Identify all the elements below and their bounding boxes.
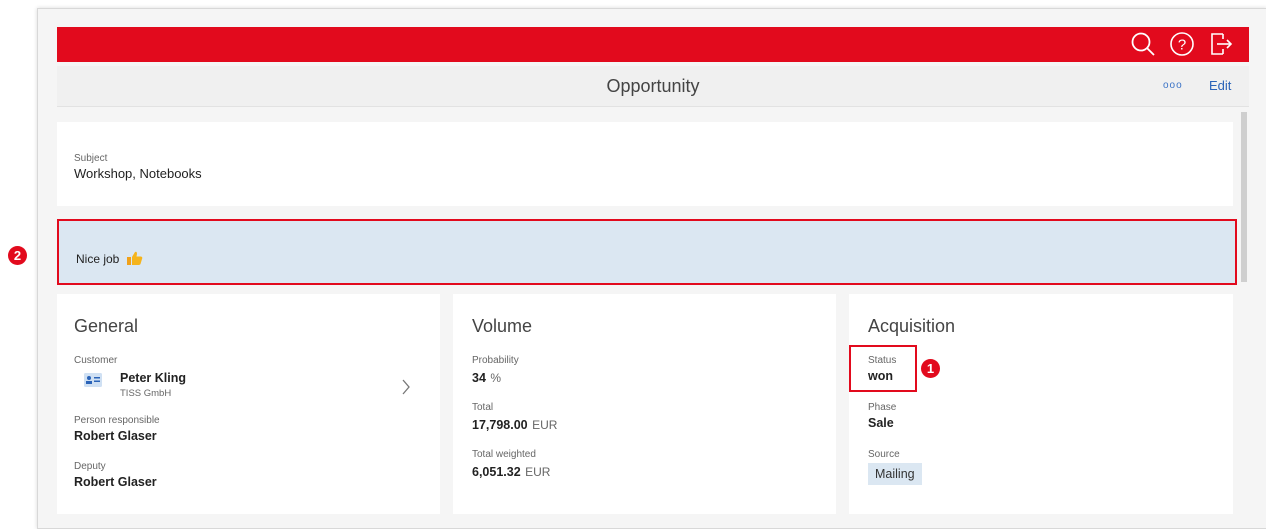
note-banner: Nice job	[57, 219, 1237, 285]
source-label: Source	[868, 449, 900, 460]
probability-unit: %	[490, 371, 502, 385]
note-text-row: Nice job	[76, 251, 143, 266]
probability-label: Probability	[472, 355, 519, 366]
callout-marker-2: 2	[8, 246, 27, 265]
svg-text:?: ?	[1178, 37, 1186, 54]
probability-value: 34	[472, 371, 486, 385]
total-row: 17,798.00 EUR	[472, 416, 557, 434]
scrollbar[interactable]	[1241, 112, 1247, 282]
customer-company: TISS GmbH	[120, 388, 172, 399]
more-button[interactable]: ooo	[1163, 80, 1183, 91]
subject-card: Subject Workshop, Notebooks	[57, 122, 1233, 206]
general-title: General	[74, 316, 139, 336]
probability-row: 34 %	[472, 369, 501, 387]
thumbs-up-icon	[126, 251, 143, 265]
chevron-right-icon	[402, 379, 410, 395]
source-tag-wrap: Mailing	[868, 463, 922, 485]
total-weighted-unit: EUR	[525, 465, 551, 479]
acquisition-title: Acquisition	[868, 316, 956, 336]
person-responsible-label: Person responsible	[74, 415, 160, 426]
customer-name: Peter Kling	[120, 371, 186, 385]
total-unit: EUR	[532, 418, 558, 432]
callout-marker-1: 1	[921, 359, 940, 378]
customer-row[interactable]: Peter Kling TISS GmbH	[74, 369, 424, 405]
total-label: Total	[472, 402, 494, 413]
subject-value: Workshop, Notebooks	[74, 166, 202, 181]
customer-label: Customer	[74, 355, 118, 366]
edit-button[interactable]: Edit	[1209, 78, 1231, 93]
page-title: Opportunity	[606, 76, 700, 96]
top-bar: ?	[57, 27, 1249, 62]
deputy-value: Robert Glaser	[74, 475, 157, 489]
volume-card: Volume Probability 34 % Total 17,798.00 …	[453, 294, 836, 514]
total-weighted-label: Total weighted	[472, 449, 536, 460]
subject-label: Subject	[74, 153, 108, 164]
total-value: 17,798.00	[472, 418, 528, 432]
logout-icon[interactable]	[1206, 30, 1234, 58]
contact-card-icon	[84, 373, 102, 387]
title-bar: Opportunity ooo Edit	[57, 66, 1249, 107]
phase-label: Phase	[868, 402, 897, 413]
status-highlight-box	[849, 345, 917, 392]
total-weighted-row: 6,051.32 EUR	[472, 463, 550, 481]
note-text: Nice job	[76, 252, 120, 266]
help-icon[interactable]: ?	[1168, 30, 1196, 58]
deputy-label: Deputy	[74, 461, 106, 472]
person-responsible-value: Robert Glaser	[74, 429, 157, 443]
acquisition-card: Acquisition Status won Phase Sale Source…	[849, 294, 1233, 514]
general-card: General Customer Peter Kling TISS GmbH P…	[57, 294, 440, 514]
total-weighted-value: 6,051.32	[472, 465, 521, 479]
volume-title: Volume	[472, 316, 533, 336]
source-tag: Mailing	[868, 463, 922, 485]
search-icon[interactable]	[1129, 30, 1157, 58]
phase-value: Sale	[868, 416, 894, 430]
